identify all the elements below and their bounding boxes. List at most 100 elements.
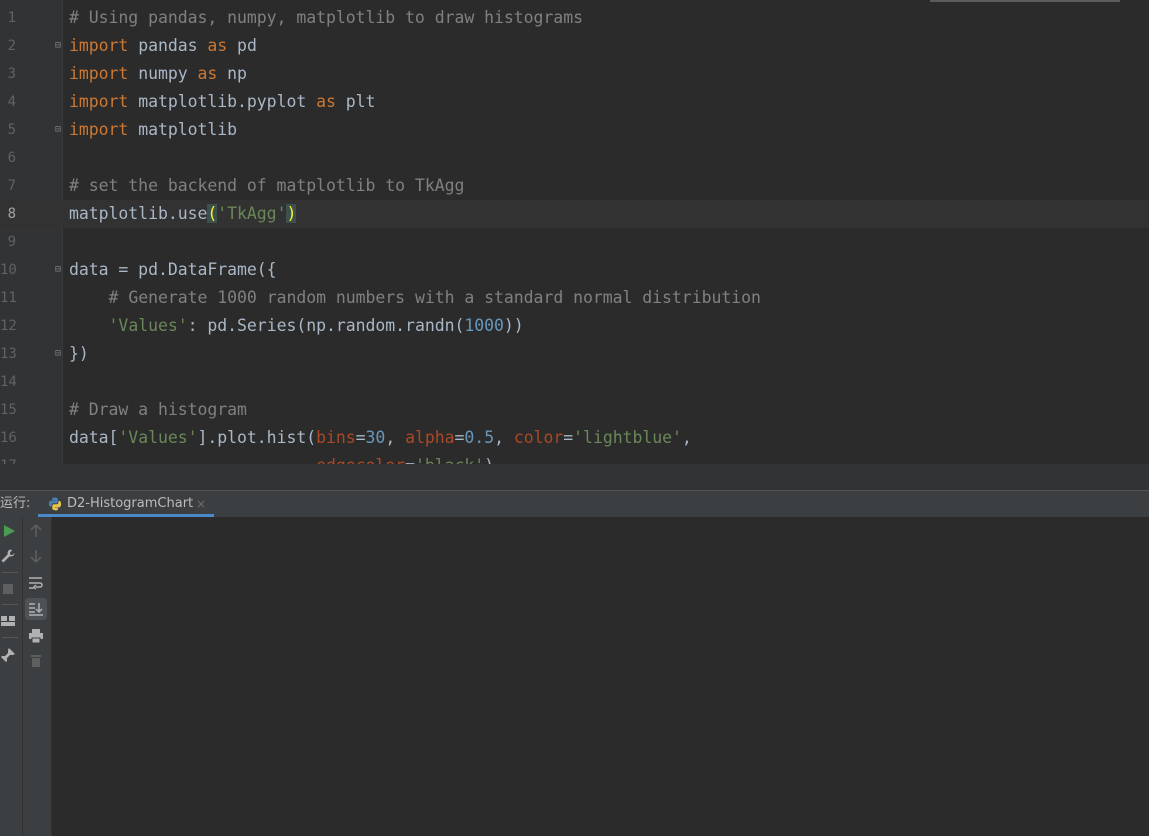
line-number: 7 xyxy=(7,178,16,194)
code-token: 0.5 xyxy=(464,428,495,447)
run-label: 运行: xyxy=(0,496,31,511)
code-token: pd xyxy=(227,36,257,55)
code-token: ].plot.hist( xyxy=(197,428,317,447)
code-text: matplotlib.use('TkAgg') xyxy=(69,200,296,228)
fold-icon[interactable]: ⊟ xyxy=(55,125,65,135)
code-token: 'TkAgg' xyxy=(217,204,287,223)
line-number: 11 xyxy=(0,290,17,306)
line-number: 10 xyxy=(0,262,17,278)
toolbar-separator xyxy=(2,572,18,573)
line-number: 4 xyxy=(7,94,16,110)
line-number: 13 xyxy=(0,346,17,362)
line-number: 3 xyxy=(7,66,16,82)
code-text: }) xyxy=(69,340,89,368)
code-editor[interactable]: 1 # Using pandas, numpy, matplotlib to dr… xyxy=(0,0,1149,464)
code-token: import xyxy=(69,120,129,139)
arrow-down-icon[interactable] xyxy=(28,548,44,564)
code-text: # Using pandas, numpy, matplotlib to dra… xyxy=(69,4,583,32)
code-line[interactable]: 7 # set the backend of matplotlib to TkAg… xyxy=(0,172,1149,200)
soft-wrap-icon[interactable] xyxy=(28,575,44,591)
layout-icon[interactable] xyxy=(0,613,16,629)
code-token: numpy xyxy=(128,64,198,83)
code-token: import xyxy=(69,36,129,55)
fold-icon[interactable]: ⊟ xyxy=(55,265,65,275)
code-text: import numpy as np xyxy=(69,60,247,88)
code-token: # Using pandas, numpy, matplotlib to dra… xyxy=(69,8,583,27)
stop-icon[interactable] xyxy=(0,581,16,597)
code-token: = xyxy=(454,428,465,447)
code-line[interactable]: 3 import numpy as np xyxy=(0,60,1149,88)
code-token: 'Values' xyxy=(118,428,198,447)
toolbar-separator xyxy=(2,604,18,605)
line-number: 8 xyxy=(7,206,16,222)
line-number: 2 xyxy=(7,38,16,54)
code-token: ) xyxy=(286,204,297,223)
code-token: import xyxy=(69,92,129,111)
code-token: 30 xyxy=(365,428,386,447)
code-line[interactable]: 13 ⊟}) xyxy=(0,340,1149,368)
line-number: 15 xyxy=(0,402,17,418)
code-line[interactable]: 1 # Using pandas, numpy, matplotlib to dr… xyxy=(0,4,1149,32)
code-token: pandas xyxy=(128,36,208,55)
trash-icon[interactable] xyxy=(28,653,44,669)
code-line[interactable]: 2 ⊟ import pandas as pd xyxy=(0,32,1149,60)
code-token: 'black' xyxy=(415,456,484,464)
code-line[interactable]: 11 # Generate 1000 random numbers with a… xyxy=(0,284,1149,312)
code-line[interactable]: 17 edgecolor='black') xyxy=(0,452,1149,464)
code-line[interactable]: 14 xyxy=(0,368,1149,396)
code-line[interactable]: 16 data['Values'].plot.hist(bins = 30, alph… xyxy=(0,424,1149,452)
code-token: edgecolor xyxy=(316,456,405,464)
line-number: 16 xyxy=(0,430,17,446)
code-token: # set the backend of matplotlib to TkAgg xyxy=(69,176,465,195)
line-number: 9 xyxy=(7,234,16,250)
code-line[interactable]: 8 matplotlib.use('TkAgg') xyxy=(0,200,1149,228)
line-number: 14 xyxy=(0,374,17,390)
print-icon[interactable] xyxy=(28,628,44,644)
run-console-output[interactable] xyxy=(0,517,1149,836)
code-text: import pandas as pd xyxy=(69,32,257,60)
scroll-to-end-icon[interactable] xyxy=(28,601,44,617)
code-token: = xyxy=(563,428,574,447)
code-text: # Generate 1000 random numbers with a st… xyxy=(69,284,761,312)
code-token: data[ xyxy=(69,428,119,447)
fold-icon[interactable]: ⊟ xyxy=(55,41,65,51)
code-token: , xyxy=(385,428,406,447)
code-line[interactable]: 6 xyxy=(0,144,1149,172)
code-line[interactable]: 12 'Values': pd.Series(np.random.randn(1… xyxy=(0,312,1149,340)
code-line[interactable]: 4 import matplotlib.pyplot as plt xyxy=(0,88,1149,116)
fold-icon[interactable]: ⊟ xyxy=(55,349,65,359)
code-token: }) xyxy=(69,344,89,363)
code-text: data = pd.DataFrame({ xyxy=(69,256,277,284)
toolbar-separator xyxy=(2,637,18,638)
pin-icon[interactable] xyxy=(0,647,16,663)
editor-horizontal-scrollbar[interactable] xyxy=(930,0,1120,2)
code-token: : pd.Series(np.random.randn( xyxy=(187,316,465,335)
arrow-up-icon[interactable] xyxy=(28,523,44,539)
code-token: matplotlib.pyplot xyxy=(128,92,317,111)
code-token: bins xyxy=(316,428,356,447)
line-number: 5 xyxy=(7,122,16,138)
code-token: matplotlib xyxy=(128,120,238,139)
code-token: plt xyxy=(335,92,376,111)
code-token: 'Values' xyxy=(108,316,188,335)
code-token: alpha xyxy=(405,428,455,447)
run-toolbar-secondary xyxy=(22,517,52,836)
code-line[interactable]: 5 ⊟ import matplotlib xyxy=(0,116,1149,144)
wrench-icon[interactable] xyxy=(0,548,16,564)
run-icon[interactable] xyxy=(1,523,17,539)
code-token: as xyxy=(316,92,336,111)
code-line[interactable]: 9 xyxy=(0,228,1149,256)
code-line[interactable]: 15 # Draw a histogram xyxy=(0,396,1149,424)
line-number: 6 xyxy=(7,150,16,166)
code-line[interactable]: 10 ⊟ data = pd.DataFrame({ xyxy=(0,256,1149,284)
run-tab-d2-histogramchart[interactable]: D2-HistogramChart × xyxy=(38,491,214,517)
panel-divider[interactable] xyxy=(0,464,1149,491)
line-number: 12 xyxy=(0,318,17,334)
code-token: ) xyxy=(484,456,494,464)
code-text: import matplotlib xyxy=(69,116,237,144)
code-text: # Draw a histogram xyxy=(69,396,247,424)
code-text: # set the backend of matplotlib to TkAgg xyxy=(69,172,464,200)
line-number: 17 xyxy=(0,452,17,464)
code-token: # Draw a histogram xyxy=(69,400,247,419)
